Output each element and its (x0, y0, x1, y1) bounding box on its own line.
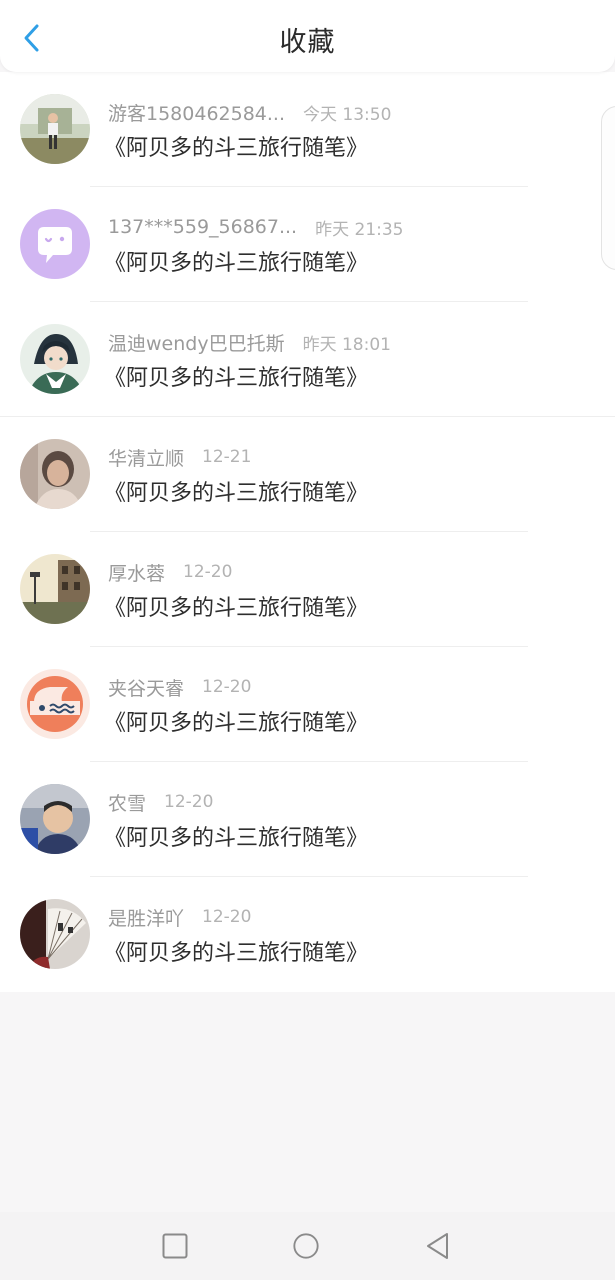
top-bar: 收藏 (0, 0, 615, 72)
circle-icon (293, 1233, 319, 1259)
username[interactable]: 是胜洋吖 (108, 904, 184, 931)
favorite-item[interactable]: 温迪wendy巴巴托斯 昨天 18:01 《阿贝多的斗三旅行随笔》 (0, 302, 615, 417)
book-title[interactable]: 《阿贝多的斗三旅行随笔》 (104, 590, 368, 622)
item-meta: 农雪 12-20 (108, 789, 213, 815)
side-drawer-handle[interactable] (601, 106, 615, 270)
orange-logo-avatar[interactable] (20, 669, 90, 739)
purple-chat-bubble-avatar[interactable] (20, 209, 90, 279)
username[interactable]: 华清立顺 (108, 444, 184, 471)
username[interactable]: 农雪 (108, 789, 146, 816)
book-title[interactable]: 《阿贝多的斗三旅行随笔》 (104, 475, 368, 507)
username[interactable]: 游客1580462584... (108, 99, 285, 126)
favorite-item[interactable]: 厚水蓉 12-20 《阿贝多的斗三旅行随笔》 (0, 532, 615, 647)
boy-photo-avatar[interactable] (20, 784, 90, 854)
username[interactable]: 夹谷天睿 (108, 674, 184, 701)
username[interactable]: 厚水蓉 (108, 559, 165, 586)
favorite-item[interactable]: 137***559_56867... 昨天 21:35 《阿贝多的斗三旅行随笔》 (0, 187, 615, 302)
item-meta: 厚水蓉 12-20 (108, 559, 232, 585)
favorite-item[interactable]: 游客1580462584... 今天 13:50 《阿贝多的斗三旅行随笔》 (0, 72, 615, 187)
nav-back-button[interactable] (424, 1232, 452, 1260)
square-icon (162, 1233, 188, 1259)
street-scene-avatar[interactable] (20, 554, 90, 624)
anime-character-avatar[interactable] (20, 324, 90, 394)
item-meta: 华清立顺 12-21 (108, 444, 251, 470)
page-title: 收藏 (279, 27, 336, 58)
recents-button[interactable] (161, 1232, 189, 1260)
book-title[interactable]: 《阿贝多的斗三旅行随笔》 (104, 705, 368, 737)
book-title[interactable]: 《阿贝多的斗三旅行随笔》 (104, 245, 368, 277)
username[interactable]: 137***559_56867... (108, 216, 297, 238)
blurred-portrait-avatar[interactable] (20, 439, 90, 509)
fan-photo-avatar[interactable] (20, 899, 90, 969)
timestamp: 12-21 (202, 447, 252, 467)
book-title[interactable]: 《阿贝多的斗三旅行随笔》 (104, 360, 368, 392)
item-meta: 夹谷天睿 12-20 (108, 674, 251, 700)
favorites-list: 游客1580462584... 今天 13:50 《阿贝多的斗三旅行随笔》 13… (0, 72, 615, 992)
item-meta: 游客1580462584... 今天 13:50 (108, 99, 391, 125)
system-nav-bar (0, 1212, 615, 1280)
timestamp: 12-20 (202, 677, 252, 697)
username[interactable]: 温迪wendy巴巴托斯 (108, 329, 285, 356)
book-title[interactable]: 《阿贝多的斗三旅行随笔》 (104, 130, 368, 162)
favorite-item[interactable]: 农雪 12-20 《阿贝多的斗三旅行随笔》 (0, 762, 615, 877)
timestamp: 今天 13:50 (303, 104, 392, 125)
home-button[interactable] (292, 1232, 320, 1260)
favorite-item[interactable]: 夹谷天睿 12-20 《阿贝多的斗三旅行随笔》 (0, 647, 615, 762)
item-meta: 温迪wendy巴巴托斯 昨天 18:01 (108, 329, 391, 355)
book-title[interactable]: 《阿贝多的斗三旅行随笔》 (104, 820, 368, 852)
favorite-item[interactable]: 是胜洋吖 12-20 《阿贝多的斗三旅行随笔》 (0, 877, 615, 992)
timestamp: 昨天 18:01 (302, 334, 391, 355)
item-meta: 是胜洋吖 12-20 (108, 904, 251, 930)
triangle-back-icon (427, 1233, 448, 1259)
timestamp: 12-20 (164, 792, 214, 812)
favorite-item[interactable]: 华清立顺 12-21 《阿贝多的斗三旅行随笔》 (0, 417, 615, 532)
timestamp: 昨天 21:35 (315, 219, 404, 240)
timestamp: 12-20 (183, 562, 233, 582)
child-photo-avatar[interactable] (20, 94, 90, 164)
timestamp: 12-20 (202, 907, 252, 927)
item-meta: 137***559_56867... 昨天 21:35 (108, 214, 404, 240)
book-title[interactable]: 《阿贝多的斗三旅行随笔》 (104, 935, 368, 967)
